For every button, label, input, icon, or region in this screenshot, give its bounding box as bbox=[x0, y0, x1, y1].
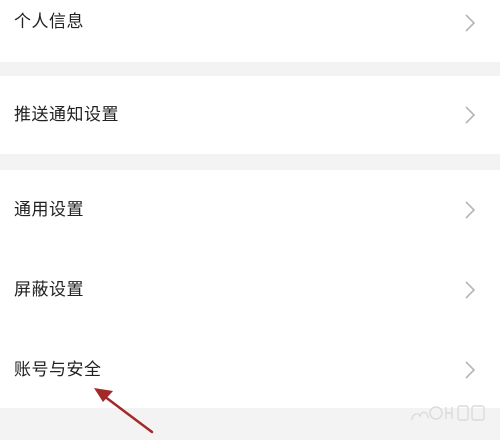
chevron-right-icon bbox=[464, 360, 476, 380]
settings-item-account-security[interactable]: 账号与安全 bbox=[0, 344, 500, 394]
chevron-right-icon bbox=[464, 280, 476, 300]
chevron-right-icon bbox=[464, 200, 476, 220]
settings-item-label: 个人信息 bbox=[14, 12, 84, 32]
settings-item-label: 推送通知设置 bbox=[14, 105, 119, 125]
settings-item-push-notification[interactable]: 推送通知设置 bbox=[0, 90, 500, 140]
settings-item-personal-info[interactable]: 个人信息 bbox=[0, 0, 500, 50]
settings-item-label: 账号与安全 bbox=[14, 360, 102, 380]
settings-group-3: 通用设置 屏蔽设置 账号与安全 bbox=[0, 170, 500, 408]
settings-item-label: 通用设置 bbox=[14, 200, 84, 220]
settings-item-block[interactable]: 屏蔽设置 bbox=[0, 264, 500, 314]
settings-item-label: 屏蔽设置 bbox=[14, 280, 84, 300]
settings-item-general[interactable]: 通用设置 bbox=[0, 184, 500, 234]
chevron-right-icon bbox=[464, 13, 476, 33]
chevron-right-icon bbox=[464, 105, 476, 125]
settings-group-1: 个人信息 bbox=[0, 0, 500, 62]
settings-group-2: 推送通知设置 bbox=[0, 76, 500, 154]
